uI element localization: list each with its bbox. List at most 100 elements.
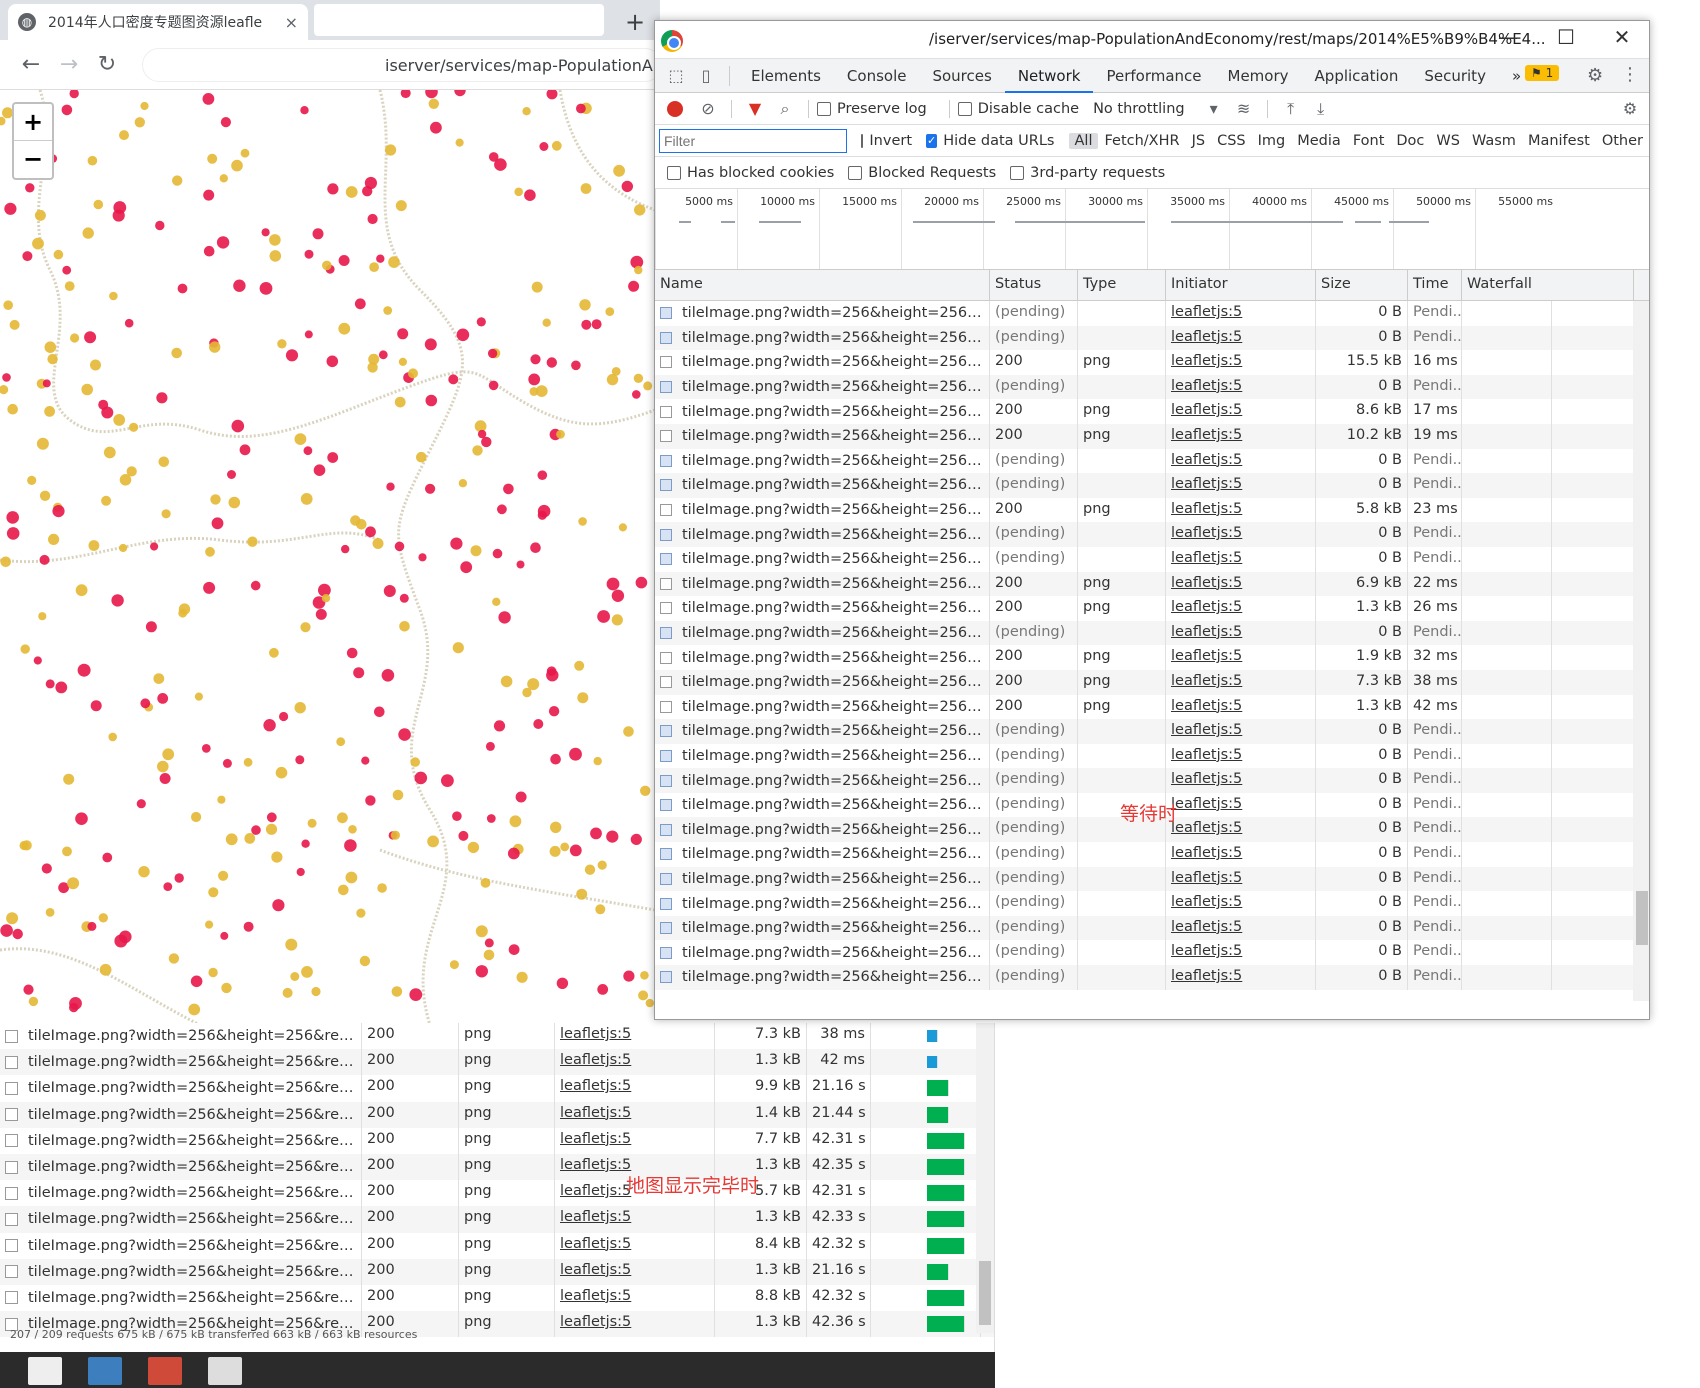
reload-button[interactable]: ↻ [88,52,126,77]
cell-init[interactable]: leafletjs:5 [555,1284,715,1312]
table-row[interactable]: tileImage.png?width=256&height=256&redir… [655,694,1649,720]
table-row[interactable]: tileImage.png?width=256&height=256&redir… [0,1180,994,1207]
cell-init[interactable]: leafletjs:5 [1166,719,1316,744]
cell-init[interactable]: leafletjs:5 [555,1049,715,1076]
cell-init[interactable]: leafletjs:5 [1166,473,1316,498]
cell-init[interactable]: leafletjs:5 [1166,768,1316,793]
cell-init[interactable]: leafletjs:5 [1166,694,1316,720]
cell-init[interactable]: leafletjs:5 [1166,522,1316,547]
table-row[interactable]: tileImage.png?width=256&height=256&redir… [0,1075,994,1102]
column-header-type[interactable]: Type [1078,270,1166,300]
cell-init[interactable]: leafletjs:5 [1166,743,1316,769]
column-header-size[interactable]: Size [1316,270,1408,300]
cell-init[interactable]: leafletjs:5 [1166,374,1316,400]
cell-init[interactable]: leafletjs:5 [1166,915,1316,941]
table-row[interactable]: tileImage.png?width=256&height=256&redir… [0,1101,994,1128]
has-blocked-cookies-checkbox[interactable] [667,165,681,180]
tab-elements[interactable]: Elements [738,59,834,93]
address-bar[interactable]: iserver/services/map-PopulationAn [142,48,662,82]
table-row[interactable]: tileImage.png?width=256&height=256&redir… [655,645,1649,670]
zoom-out-button[interactable]: − [14,141,52,178]
forward-button[interactable]: → [50,52,88,77]
table-row[interactable]: tileImage.png?width=256&height=256&redir… [655,374,1649,400]
cell-init[interactable]: leafletjs:5 [1166,571,1316,597]
zoom-in-button[interactable]: + [14,104,52,141]
column-header-status[interactable]: Status [990,270,1078,300]
cell-init[interactable]: leafletjs:5 [1166,669,1316,695]
taskbar-app-icon[interactable] [28,1357,62,1385]
type-filter-css[interactable]: CSS [1211,133,1252,149]
table-row[interactable]: tileImage.png?width=256&height=256&redir… [655,473,1649,498]
cell-init[interactable]: leafletjs:5 [1166,620,1316,646]
type-filter-doc[interactable]: Doc [1390,133,1430,149]
kebab-menu-icon[interactable]: ⋮ [1621,64,1639,85]
table-row[interactable]: tileImage.png?width=256&height=256&redir… [0,1258,994,1285]
table-row[interactable]: tileImage.png?width=256&height=256&redir… [655,669,1649,695]
new-tab-button[interactable]: + [625,8,645,36]
table-row[interactable]: tileImage.png?width=256&height=256&redir… [655,546,1649,572]
cell-init[interactable]: leafletjs:5 [1166,965,1316,990]
filter-funnel-icon[interactable]: ▼ [740,99,770,118]
table-row[interactable]: tileImage.png?width=256&height=256&redir… [655,768,1649,793]
cell-init[interactable]: leafletjs:5 [555,1206,715,1233]
table-row[interactable]: tileImage.png?width=256&height=256&redir… [0,1049,994,1076]
cell-init[interactable]: leafletjs:5 [1166,842,1316,867]
type-filter-other[interactable]: Other [1596,133,1649,149]
type-filter-manifest[interactable]: Manifest [1522,133,1596,149]
cell-init[interactable]: leafletjs:5 [1166,596,1316,621]
tab-application[interactable]: Application [1302,59,1412,93]
cell-init[interactable]: leafletjs:5 [1166,301,1316,326]
table-row[interactable]: tileImage.png?width=256&height=256&redir… [655,423,1649,449]
cell-init[interactable]: leafletjs:5 [1166,817,1316,843]
table-row[interactable]: tileImage.png?width=256&height=256&redir… [655,522,1649,547]
tab-performance[interactable]: Performance [1093,59,1214,93]
table-row[interactable]: tileImage.png?width=256&height=256&redir… [0,1153,994,1181]
cell-init[interactable]: leafletjs:5 [555,1075,715,1102]
taskbar-app-icon[interactable] [88,1357,122,1385]
table-row[interactable]: tileImage.png?width=256&height=256&redir… [0,1023,994,1050]
column-header-name[interactable]: Name [655,270,990,300]
table-row[interactable]: tileImage.png?width=256&height=256&redir… [655,965,1649,990]
scrollbar[interactable] [976,1023,994,1333]
tab-sources[interactable]: Sources [919,59,1004,93]
cell-init[interactable]: leafletjs:5 [1166,891,1316,916]
type-filter-ws[interactable]: WS [1430,133,1466,149]
table-row[interactable]: tileImage.png?width=256&height=256&redir… [0,1127,994,1154]
cell-init[interactable]: leafletjs:5 [1166,399,1316,424]
browser-tab-blank[interactable] [314,4,604,36]
column-header-time[interactable]: Time [1408,270,1462,300]
throttling-select[interactable]: No throttling [1093,101,1185,117]
table-row[interactable]: tileImage.png?width=256&height=256&redir… [655,842,1649,867]
table-row[interactable]: tileImage.png?width=256&height=256&redir… [655,325,1649,351]
type-filter-media[interactable]: Media [1291,133,1347,149]
cell-init[interactable]: leafletjs:5 [1166,792,1316,818]
filter-input[interactable] [659,128,847,153]
disable-cache-checkbox[interactable] [957,101,972,116]
tab-close-icon[interactable]: × [285,13,298,32]
scrollbar[interactable] [1633,301,1649,1001]
type-filter-img[interactable]: Img [1252,133,1292,149]
table-row[interactable]: tileImage.png?width=256&height=256&redir… [655,301,1649,326]
hide-data-urls-checkbox[interactable]: ✓ [926,133,938,148]
table-row[interactable]: tileImage.png?width=256&height=256&redir… [655,743,1649,769]
column-header-initiator[interactable]: Initiator [1166,270,1316,300]
blocked-requests-checkbox[interactable] [848,165,863,180]
invert-checkbox[interactable] [861,133,864,148]
table-row[interactable]: tileImage.png?width=256&height=256&redir… [655,497,1649,523]
leaflet-map[interactable]: + − [0,90,655,1025]
third-party-checkbox[interactable] [1010,165,1025,180]
import-har-icon[interactable]: ⤒ [1276,99,1306,119]
scrollbar-thumb[interactable] [979,1261,991,1325]
type-filter-all[interactable]: All [1068,132,1099,149]
cell-init[interactable]: leafletjs:5 [555,1127,715,1154]
record-button[interactable] [667,100,683,117]
cell-init[interactable]: leafletjs:5 [1166,546,1316,572]
table-row[interactable]: tileImage.png?width=256&height=256&redir… [655,940,1649,966]
cell-init[interactable]: leafletjs:5 [1166,866,1316,892]
table-row[interactable]: tileImage.png?width=256&height=256&redir… [0,1232,994,1259]
table-row[interactable]: tileImage.png?width=256&height=256&redir… [655,719,1649,744]
table-row[interactable]: tileImage.png?width=256&height=256&redir… [0,1284,994,1312]
table-row[interactable]: tileImage.png?width=256&height=256&redir… [655,915,1649,941]
search-icon[interactable]: ⌕ [770,99,800,119]
tab-network[interactable]: Network [1004,59,1094,93]
